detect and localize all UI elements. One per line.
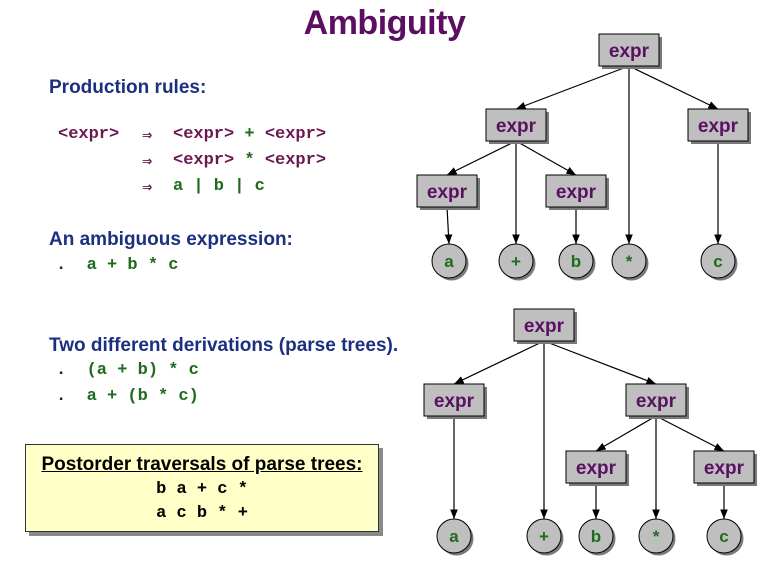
tree-edge [543,340,657,385]
tree-edge [444,206,453,245]
expr-node: expr [545,174,609,210]
leaf-node-label: * [653,527,660,546]
expr-node-label: expr [427,182,468,203]
leaf-node: c [700,243,738,281]
expr-node: expr [693,450,757,486]
leaf-node: + [498,243,536,281]
leaf-node-label: b [591,527,601,546]
expr-node: expr [687,108,751,144]
leaf-node-label: + [511,252,521,271]
leaf-node: * [611,243,649,281]
expr-node-label: expr [434,391,475,412]
expr-node: expr [598,33,662,69]
expr-node: expr [416,174,480,210]
expr-node-label: expr [524,316,565,337]
leaf-node-label: * [626,252,633,271]
leaf-node: b [558,243,596,281]
expr-node-label: expr [609,41,650,62]
expr-node-label: expr [556,182,597,203]
leaf-node: + [526,518,564,556]
expr-node-label: expr [698,116,739,137]
leaf-node: b [578,518,616,556]
expr-node-label: expr [636,391,677,412]
leaf-node-label: c [719,527,728,546]
tree-edge [655,415,725,452]
leaf-node: a [436,518,474,556]
leaf-node-label: b [571,252,581,271]
expr-node: expr [565,450,629,486]
tree-edge [446,140,517,176]
tree-edge [453,340,545,385]
expr-node-label: expr [704,458,745,479]
expr-node: expr [485,108,549,144]
expr-node-label: expr [496,116,537,137]
leaf-node: c [706,518,744,556]
expr-node: expr [423,383,487,419]
parse-trees: exprexpr exprexpr expra + b * c exprexpr exprex… [416,33,757,556]
tree-edge [595,415,657,452]
leaf-node-label: a [444,252,454,271]
expr-node-label: expr [576,458,617,479]
leaf-node-label: c [713,252,722,271]
leaf-node-label: + [539,527,549,546]
expr-node: expr [625,383,689,419]
expr-node: expr [513,308,577,344]
leaf-node-label: a [449,527,459,546]
tree-edge [515,65,630,110]
leaf-node: a [431,243,469,281]
tree-edge [515,140,577,176]
leaf-node: * [638,518,676,556]
parse-tree-1: expr expr expr expr expr a + b * c [416,33,751,281]
parse-tree-2: expr expr expr expr expr a + b * c [423,308,757,556]
tree-edge [628,65,719,110]
